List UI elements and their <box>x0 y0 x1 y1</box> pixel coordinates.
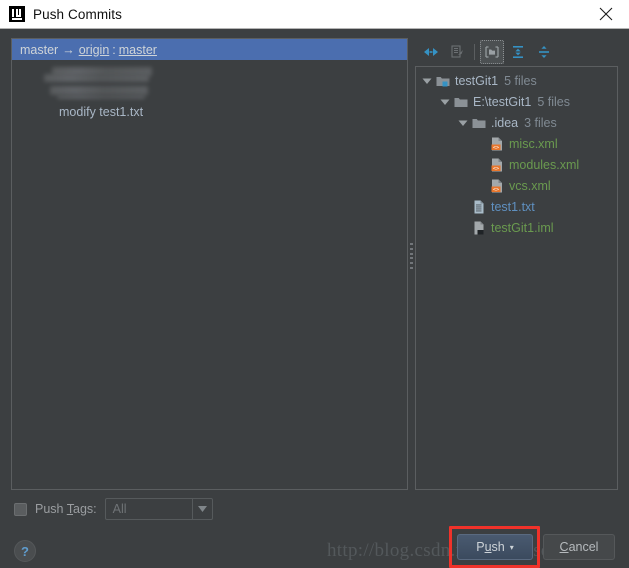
folder-icon <box>471 115 487 131</box>
tree-row[interactable]: <> misc.xml <box>416 133 617 154</box>
push-tags-checkbox[interactable] <box>14 502 27 516</box>
chevron-down-icon[interactable]: ▾ <box>510 543 514 552</box>
chevron-down-icon[interactable] <box>455 115 471 131</box>
tree-row[interactable]: <> vcs.xml <box>416 175 617 196</box>
dialog-body: master → origin : master modify test1.tx… <box>0 29 629 568</box>
toolbar-separator <box>474 44 475 60</box>
push-button-label: Push <box>476 540 505 554</box>
remote-branch-link[interactable]: master <box>119 43 157 57</box>
cancel-button[interactable]: Cancel <box>543 534 615 560</box>
splitter-grip[interactable] <box>410 243 413 269</box>
redacted-commit-line <box>57 95 145 99</box>
xml-file-icon: <> <box>489 136 505 152</box>
tree-row[interactable]: testGit1 5 files <box>416 70 617 91</box>
iml-file-icon <box>471 220 487 236</box>
local-branch-label: master <box>20 42 59 57</box>
chevron-down-icon[interactable] <box>191 499 212 519</box>
push-tags-select[interactable]: All <box>104 498 213 520</box>
show-diff-icon[interactable] <box>445 40 469 64</box>
close-icon[interactable] <box>583 0 629 28</box>
tree-toolbar <box>415 38 618 66</box>
panel-splitter[interactable] <box>408 38 415 490</box>
changed-files-panel: testGit1 5 files E:\testGit1 5 files .idea 3 … <box>415 38 618 490</box>
tree-row[interactable]: .idea 3 files <box>416 112 617 133</box>
svg-text:<>: <> <box>493 187 499 193</box>
tree-row[interactable]: test1.txt <box>416 196 617 217</box>
group-by-directory-icon[interactable] <box>480 40 504 64</box>
tree-node-file-count: 3 files <box>524 115 557 130</box>
intellij-idea-icon <box>9 6 25 22</box>
remote-separator: : <box>112 42 116 57</box>
push-tags-label: Push Tags: <box>35 502 97 516</box>
tree-node-label: misc.xml <box>509 136 558 151</box>
push-target-row[interactable]: master → origin : master <box>12 39 407 60</box>
help-label: ? <box>21 543 29 559</box>
push-arrow-icon: → <box>62 42 75 57</box>
window-title: Push Commits <box>33 6 122 22</box>
redacted-commit-line <box>44 74 149 82</box>
push-tags-select-value: All <box>112 502 127 516</box>
tree-node-file-count: 5 files <box>504 73 537 88</box>
tree-node-file-count: 5 files <box>537 94 571 109</box>
tree-node-label: E:\testGit1 <box>473 94 532 109</box>
tree-row[interactable]: E:\testGit1 5 files <box>416 91 617 112</box>
push-tags-row: Push Tags: All <box>14 498 213 520</box>
svg-text:<>: <> <box>493 145 499 151</box>
tree-node-label: test1.txt <box>491 199 535 214</box>
tree-node-label: testGit1.iml <box>491 220 554 235</box>
tree-node-label: vcs.xml <box>509 178 551 193</box>
collapse-all-icon[interactable] <box>532 40 556 64</box>
push-button[interactable]: Push ▾ <box>457 534 533 560</box>
redacted-commit-line <box>50 86 148 95</box>
commit-list-panel[interactable]: master → origin : master modify test1.tx… <box>11 38 408 490</box>
svg-text:<>: <> <box>493 166 499 172</box>
module-folder-icon <box>435 73 451 89</box>
cancel-button-label: Cancel <box>559 540 599 554</box>
text-file-icon <box>471 199 487 215</box>
remote-name-link[interactable]: origin <box>79 43 110 57</box>
commit-message[interactable]: modify test1.txt <box>59 105 143 119</box>
window-titlebar: Push Commits <box>0 0 629 29</box>
tree-row[interactable]: testGit1.iml <box>416 217 617 238</box>
tree-node-label: .idea <box>491 115 519 130</box>
tree-row[interactable]: <> modules.xml <box>416 154 617 175</box>
folder-icon <box>453 94 469 110</box>
tree-node-label: testGit1 <box>455 73 499 88</box>
expand-all-icon[interactable] <box>506 40 530 64</box>
chevron-down-icon[interactable] <box>419 73 435 89</box>
xml-file-icon: <> <box>489 178 505 194</box>
tree-node-label: modules.xml <box>509 157 580 172</box>
chevron-down-icon[interactable] <box>437 94 453 110</box>
changed-files-tree[interactable]: testGit1 5 files E:\testGit1 5 files .idea 3 … <box>415 66 618 490</box>
xml-file-icon: <> <box>489 157 505 173</box>
help-icon[interactable]: ? <box>14 540 36 562</box>
collapse-inward-icon[interactable] <box>419 40 443 64</box>
